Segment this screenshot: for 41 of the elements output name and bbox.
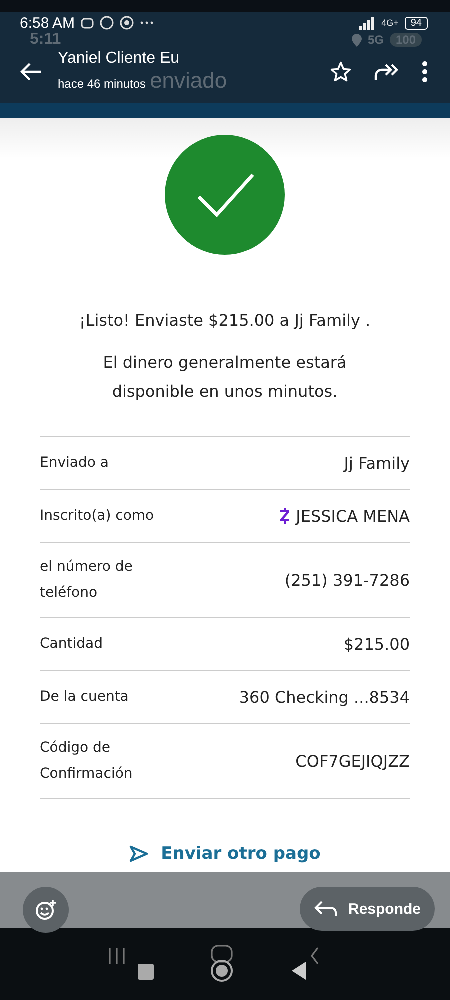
star-icon[interactable] xyxy=(330,61,352,83)
success-check-icon xyxy=(165,135,285,255)
chat-bubble-icon xyxy=(81,18,94,28)
circle-icon xyxy=(100,16,114,30)
status-time: 6:58 AM xyxy=(20,14,76,32)
forward-icon[interactable] xyxy=(374,62,400,82)
more-options-icon[interactable] xyxy=(422,61,428,83)
underlying-status-time: 5:11 xyxy=(30,31,62,49)
timestamp: hace 46 minutos xyxy=(58,77,146,91)
more-notifications-icon xyxy=(140,21,154,25)
detail-label: Cantidad xyxy=(40,635,104,654)
reply-button[interactable]: Responde xyxy=(300,887,435,931)
send-another-payment-link[interactable]: Enviar otro pago xyxy=(129,844,321,864)
detail-value: Jj Family xyxy=(344,454,410,472)
chat-title: Yaniel Cliente Eu xyxy=(58,50,181,68)
back-arrow-icon[interactable] xyxy=(20,63,42,81)
detail-label: Inscrito(a) como xyxy=(40,507,156,526)
detail-label: De la cuenta xyxy=(40,688,130,707)
availability-note: El dinero generalmente estará disponible en unos minutos. xyxy=(102,352,348,403)
recent-apps-icon[interactable] xyxy=(108,946,154,982)
network-label: 4G+ xyxy=(382,18,399,28)
signal-icon xyxy=(358,16,376,30)
underlying-network-label: 5G xyxy=(368,33,384,47)
detail-label: Enviado a xyxy=(40,454,110,473)
home-icon[interactable] xyxy=(210,945,234,983)
detail-value: 360 Checking ...8534 xyxy=(239,688,410,706)
detail-value: (251) 391-7286 xyxy=(284,570,410,590)
reply-icon xyxy=(314,901,338,917)
underlying-page-title: enviado xyxy=(150,68,228,94)
location-icon xyxy=(352,34,362,46)
battery-indicator: 94 xyxy=(404,16,428,30)
success-message: ¡Listo! Enviaste $215.00 a Jj Family . xyxy=(79,311,371,330)
target-icon xyxy=(120,16,134,30)
detail-label: el número de teléfono xyxy=(40,558,134,603)
send-icon xyxy=(129,845,150,863)
emoji-add-icon xyxy=(35,899,57,921)
zelle-icon xyxy=(280,508,290,524)
detail-value: JESSICA MENA xyxy=(296,506,410,526)
detail-value: COF7GEJIQJZZ xyxy=(296,752,410,770)
detail-value: $215.00 xyxy=(344,634,410,654)
detail-label: Código de Confirmación xyxy=(40,739,134,784)
